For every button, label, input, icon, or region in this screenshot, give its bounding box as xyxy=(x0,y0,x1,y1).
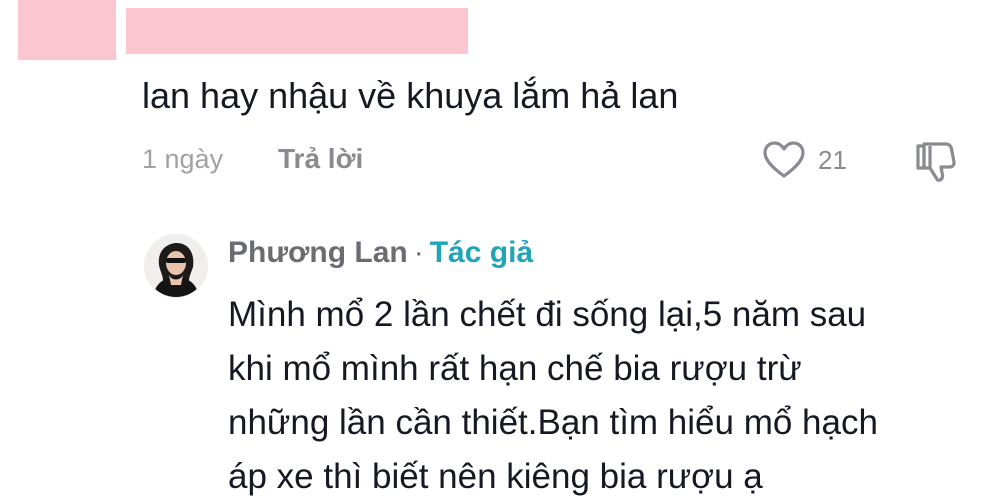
comment-meta-row: 1 ngày Trả lời 21 xyxy=(142,140,972,182)
author-badge: Tác giả xyxy=(429,236,534,269)
comment-timestamp: 1 ngày xyxy=(142,144,224,174)
avatar[interactable] xyxy=(144,234,208,298)
reply-text-line: Mình mổ 2 lần chết đi sống lại,5 năm sau xyxy=(228,295,867,334)
reply-text-line: khi mổ mình rất hạn chế bia rượu trừ xyxy=(228,349,802,388)
reply-button[interactable]: Trả lời xyxy=(278,143,363,175)
redacted-avatar xyxy=(18,0,116,60)
heart-outline-icon[interactable] xyxy=(762,140,806,180)
thumbs-down-icon[interactable] xyxy=(914,140,960,184)
reply-text: Mình mổ 2 lần chết đi sống lại,5 năm sau… xyxy=(228,288,878,504)
reply-text-line: những lần cần thiết.Bạn tìm hiểu mổ hạch xyxy=(228,403,878,442)
separator-dot: · xyxy=(413,236,424,269)
comment-text: lan hay nhậu về khuya lắm hả lan xyxy=(142,75,679,116)
reply-text-line: áp xe thì biết nên kiêng bia rượu ạ xyxy=(228,457,763,496)
reply-header: Phương Lan · Tác giả xyxy=(228,236,533,270)
like-button[interactable]: 21 xyxy=(762,140,847,180)
like-count: 21 xyxy=(818,144,847,175)
redacted-username xyxy=(126,8,468,54)
reply-author-name[interactable]: Phương Lan xyxy=(228,236,408,269)
